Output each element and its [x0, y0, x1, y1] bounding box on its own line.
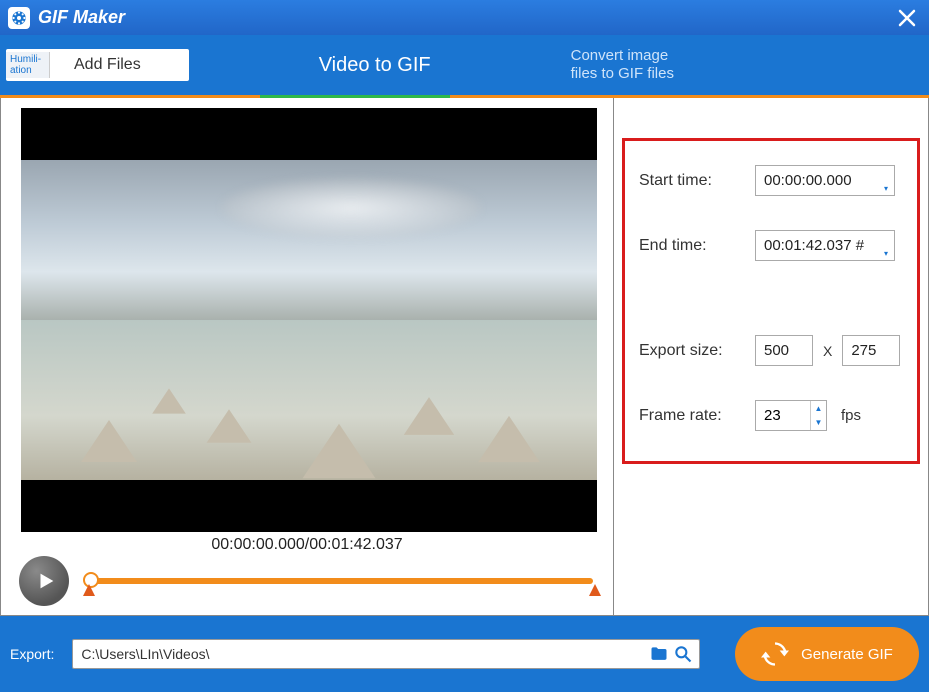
- range-end-marker[interactable]: [589, 584, 601, 596]
- time-display: 00:00:00.000/00:01:42.037: [13, 536, 601, 554]
- export-path-input[interactable]: [81, 646, 647, 662]
- refresh-icon: [761, 640, 789, 668]
- generate-gif-label: Generate GIF: [801, 646, 893, 663]
- end-time-value: 00:01:42.037 #: [764, 237, 864, 254]
- title-bar: GIF Maker: [0, 0, 929, 35]
- fps-unit: fps: [841, 407, 861, 424]
- export-size-label: Export size:: [639, 342, 755, 360]
- video-preview[interactable]: [21, 108, 597, 532]
- export-path-field: [72, 639, 700, 669]
- preview-panel: 00:00:00.000/00:01:42.037: [0, 98, 614, 615]
- end-time-input[interactable]: 00:01:42.037 # ▾: [755, 230, 895, 261]
- tab-convert-image[interactable]: Convert image files to GIF files: [571, 35, 674, 95]
- toolbar: Humili- ation Add Files Video to GIF Con…: [0, 35, 929, 95]
- width-input[interactable]: 500: [755, 335, 813, 366]
- spinner-icon[interactable]: ▾: [884, 249, 888, 258]
- spinner-icon[interactable]: ▾: [884, 184, 888, 193]
- start-time-value: 00:00:00.000: [764, 172, 852, 189]
- export-bar: Export: Generate GIF: [0, 616, 929, 692]
- start-time-input[interactable]: 00:00:00.000 ▾: [755, 165, 895, 196]
- fps-down-icon[interactable]: ▼: [811, 416, 826, 431]
- main-area: 00:00:00.000/00:01:42.037 Start time: 00…: [0, 98, 929, 616]
- frame-rate-label: Frame rate:: [639, 407, 755, 425]
- frame-rate-value: 23: [756, 401, 810, 430]
- humiliation-badge: Humili- ation: [6, 52, 50, 78]
- close-button[interactable]: [893, 4, 921, 32]
- height-input[interactable]: 275: [842, 335, 900, 366]
- end-time-label: End time:: [639, 237, 755, 255]
- app-logo-icon: [8, 7, 30, 29]
- settings-panel: Start time: 00:00:00.000 ▾ End time: 00:…: [614, 98, 929, 615]
- settings-box: Start time: 00:00:00.000 ▾ End time: 00:…: [622, 138, 920, 464]
- add-files-group: Humili- ation Add Files: [6, 49, 189, 81]
- start-time-label: Start time:: [639, 172, 755, 190]
- range-start-marker[interactable]: [83, 584, 95, 596]
- app-title: GIF Maker: [38, 7, 125, 28]
- browse-folder-icon[interactable]: [647, 642, 671, 666]
- timeline-slider[interactable]: [79, 566, 601, 596]
- size-separator: X: [823, 343, 832, 359]
- frame-rate-input[interactable]: 23 ▲ ▼: [755, 400, 827, 431]
- add-files-button[interactable]: Add Files: [50, 49, 189, 81]
- generate-gif-button[interactable]: Generate GIF: [735, 627, 919, 681]
- tab-video-to-gif[interactable]: Video to GIF: [299, 35, 451, 95]
- play-button[interactable]: [19, 556, 69, 606]
- player-controls: [13, 556, 601, 606]
- fps-up-icon[interactable]: ▲: [811, 401, 826, 416]
- export-label: Export:: [10, 646, 54, 662]
- open-folder-icon[interactable]: [671, 642, 695, 666]
